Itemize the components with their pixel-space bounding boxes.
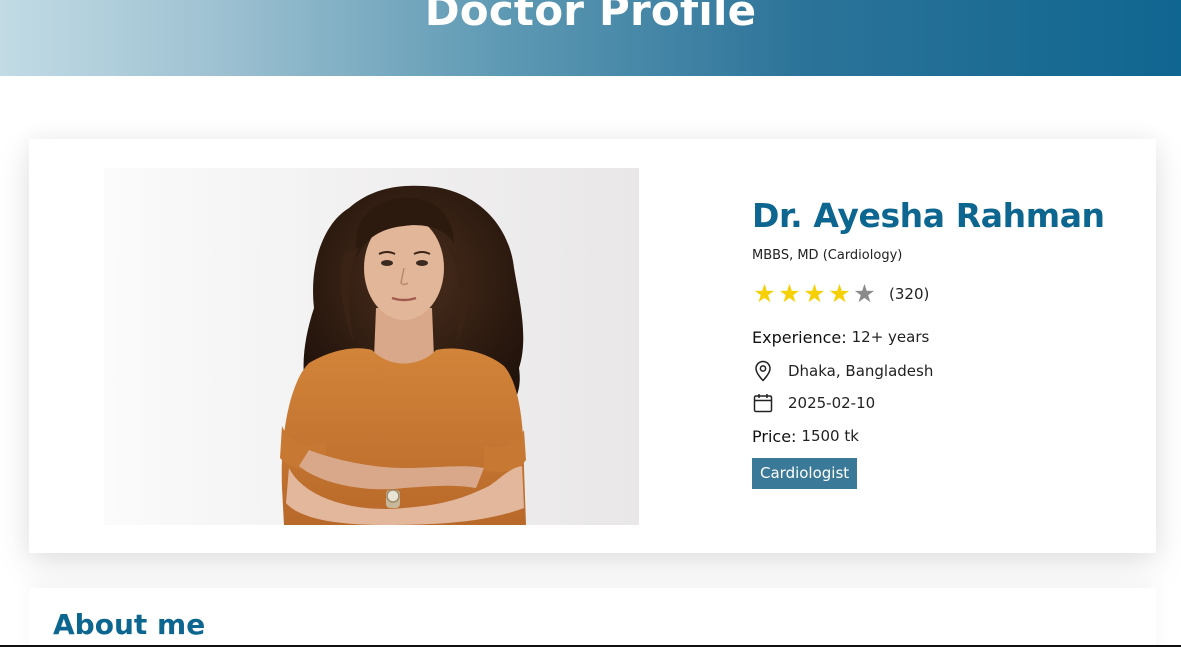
specialty-badge[interactable]: Cardiologist	[752, 458, 858, 489]
star-icon: ★	[753, 279, 776, 308]
price-row: Price: 1500 tk	[752, 425, 1132, 447]
experience-value: 12+ years	[851, 328, 930, 346]
doctor-info: Dr. Ayesha Rahman MBBS, MD (Cardiology) …	[752, 195, 1132, 489]
date-row: 2025-02-10	[752, 392, 1132, 414]
doctor-portrait-image	[280, 185, 526, 525]
doctor-name: Dr. Ayesha Rahman	[752, 196, 1105, 235]
location-pin-icon	[752, 360, 774, 382]
review-count: (320)	[889, 285, 930, 303]
location-row: Dhaka, Bangladesh	[752, 360, 1132, 382]
rating: ★ ★ ★ ★ ★ (320)	[752, 281, 1132, 307]
doctor-degree: MBBS, MD (Cardiology)	[752, 248, 903, 263]
date-text: 2025-02-10	[788, 394, 876, 412]
about-title: About me	[53, 608, 206, 641]
experience-row: Experience: 12+ years	[752, 326, 1132, 348]
header-banner: Doctor Profile	[0, 0, 1181, 76]
star-icon: ★	[778, 279, 801, 308]
page-title: Doctor Profile	[424, 0, 757, 35]
star-icon: ★	[828, 279, 851, 308]
calendar-icon	[752, 392, 774, 414]
location-text: Dhaka, Bangladesh	[788, 362, 934, 380]
about-card: About me	[29, 588, 1156, 647]
page: Doctor Profile Dr. Ayesha Rahman MBBS, M…	[0, 0, 1181, 647]
price-label: Price:	[752, 426, 797, 446]
price-value: 1500 tk	[801, 427, 859, 445]
star-icon: ★	[853, 279, 876, 308]
profile-card: Dr. Ayesha Rahman MBBS, MD (Cardiology) …	[29, 139, 1156, 553]
doctor-photo	[104, 168, 639, 525]
star-icon: ★	[803, 279, 826, 308]
experience-label: Experience:	[752, 327, 847, 347]
